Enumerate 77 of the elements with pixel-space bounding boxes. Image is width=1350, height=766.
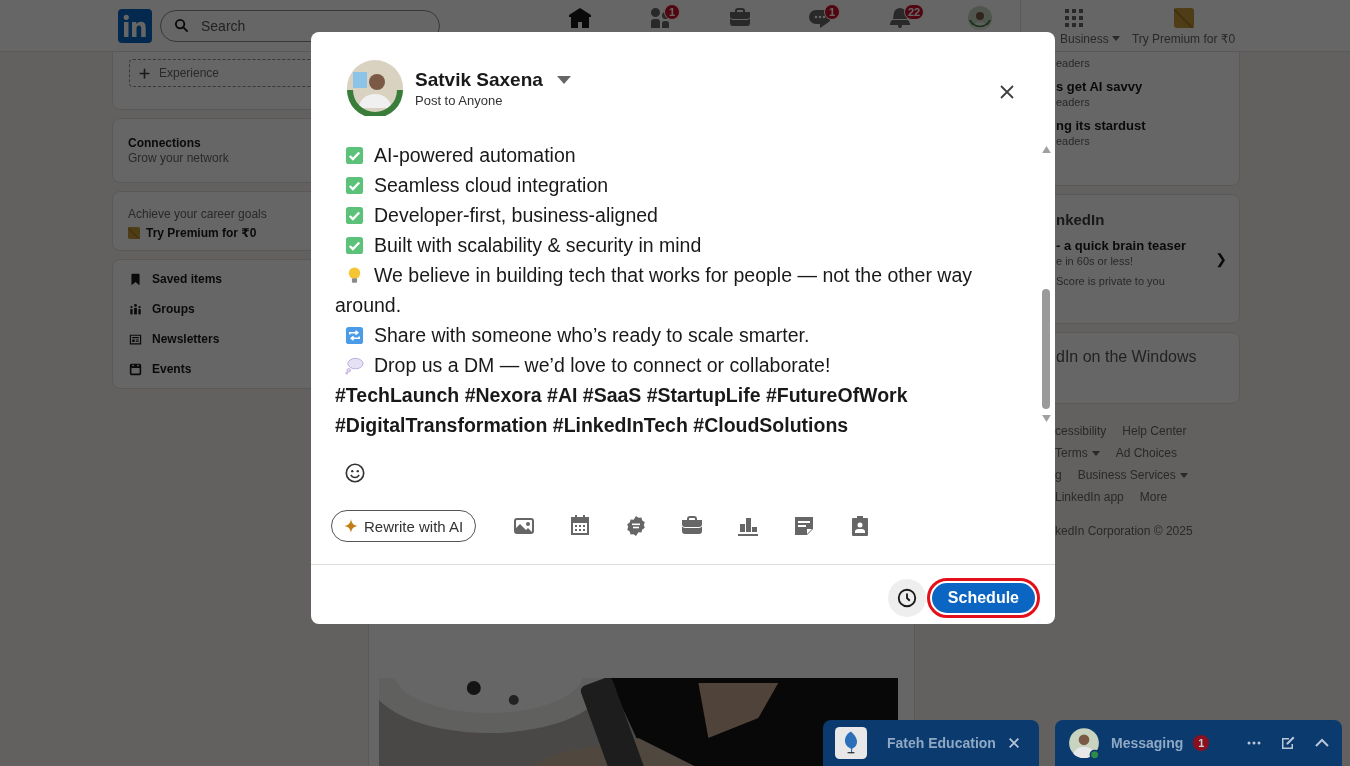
home-icon[interactable] xyxy=(568,5,592,30)
post-line: Seamless cloud integration xyxy=(374,173,609,198)
logo-icon[interactable] xyxy=(118,8,152,43)
notification-badge: 22 xyxy=(904,3,925,20)
game-title[interactable]: - a quick brain teaser xyxy=(1056,238,1216,253)
connections-subtitle: Grow your network xyxy=(128,151,230,165)
scroll-up-icon[interactable] xyxy=(1041,146,1051,153)
groups-icon xyxy=(129,302,142,316)
news-headline[interactable]: ng its stardust xyxy=(1056,118,1227,133)
bookmark-icon xyxy=(129,272,142,286)
footer-link[interactable]: cessibility xyxy=(1055,424,1107,438)
avatar-icon[interactable] xyxy=(968,5,992,30)
premium-caption: Achieve your career goals xyxy=(128,207,268,221)
avatar-icon xyxy=(1067,726,1101,760)
schedule-time-button[interactable] xyxy=(887,579,926,617)
clock-icon xyxy=(895,587,918,609)
avatar-icon[interactable] xyxy=(347,60,403,116)
notification-badge: 1 xyxy=(824,3,840,20)
premium-link[interactable]: Try Premium for ₹0 xyxy=(1131,31,1236,46)
shortcut-link[interactable]: Groups xyxy=(152,302,195,316)
footer-link[interactable]: More xyxy=(1139,490,1168,504)
news-headline[interactable]: s get AI savvy xyxy=(1056,79,1227,94)
post-line: Drop us a DM — we’d love to connect or collaborate! xyxy=(374,353,831,378)
compose-icon[interactable] xyxy=(1280,735,1296,751)
post-line: Built with scalability & security in mind xyxy=(374,233,702,258)
search-icon xyxy=(174,17,189,33)
scroll-down-icon[interactable] xyxy=(1041,415,1051,422)
check-icon xyxy=(345,175,364,195)
post-line: Developer-first, business-aligned xyxy=(374,203,658,228)
post-line: Share with someone who’s ready to scale smarter. xyxy=(374,323,810,348)
plus-icon xyxy=(138,66,151,80)
copyright-text: kedIn Corporation © 2025 xyxy=(1055,524,1194,538)
check-icon xyxy=(345,205,364,225)
footer-link[interactable]: Help Center xyxy=(1122,424,1187,438)
post-line: AI-powered automation xyxy=(374,143,576,168)
check-icon xyxy=(345,235,364,255)
audience-selector[interactable]: Post to Anyone xyxy=(415,93,503,108)
premium-link[interactable]: Try Premium for ₹0 xyxy=(146,226,257,240)
rewrite-with-ai-button[interactable]: Rewrite with AI xyxy=(331,510,477,542)
hashtags-text: #TechLaunch #Nexora #AI #SaaS #StartupLife #FutureOfWork xyxy=(335,383,908,408)
emoji-icon[interactable] xyxy=(344,462,366,484)
caret-icon[interactable] xyxy=(556,76,571,84)
notification-badge: 1 xyxy=(1193,735,1210,751)
chat-bar[interactable]: Messaging 1 xyxy=(1055,720,1342,766)
newsletter-icon xyxy=(129,332,142,346)
games-heading: nkedIn xyxy=(1056,211,1106,228)
footer-link[interactable]: Ad Choices xyxy=(1115,446,1178,460)
hashtags-text: #DigitalTransformation #LinkedInTech #CloudSolutions xyxy=(335,413,849,438)
connections-title: Connections xyxy=(128,136,202,150)
author-name[interactable]: Satvik Saxena xyxy=(415,69,543,91)
check-icon xyxy=(345,145,364,165)
app-promo-title[interactable]: dIn on the Windows xyxy=(1056,348,1227,366)
footer-link[interactable]: Terms xyxy=(1055,446,1088,460)
footer-link[interactable]: LinkedIn app xyxy=(1055,490,1124,504)
footer-link[interactable]: Business Services xyxy=(1077,468,1176,482)
scrollbar-thumb[interactable] xyxy=(1042,289,1050,409)
chevron-right[interactable]: ❯ xyxy=(1215,250,1227,267)
notification-badge: 1 xyxy=(664,3,680,20)
caret-icon[interactable] xyxy=(1111,36,1120,41)
repeat-icon xyxy=(345,325,364,345)
chat-title: Messaging xyxy=(1111,735,1184,751)
business-menu[interactable]: Business xyxy=(1060,31,1109,46)
premium-icon xyxy=(128,227,140,239)
post-line: around. xyxy=(335,293,402,318)
news-readers: eaders xyxy=(1056,96,1091,108)
news-readers: eaders xyxy=(1056,57,1091,69)
shortcut-link[interactable]: Newsletters xyxy=(152,332,220,346)
thought-bubble-icon xyxy=(345,355,364,375)
shortcut-link[interactable]: Events xyxy=(152,362,192,376)
close-icon[interactable] xyxy=(999,84,1015,100)
post-line: We believe in building tech that works for people — not the other way xyxy=(374,263,972,288)
calendar-icon xyxy=(129,362,142,376)
chat-bar[interactable]: Fateh Education xyxy=(823,720,1039,766)
news-readers: eaders xyxy=(1056,135,1091,147)
sparkle-icon xyxy=(344,519,358,533)
shortcut-link[interactable]: Saved items xyxy=(152,272,223,286)
chat-title: Fateh Education xyxy=(887,735,996,751)
